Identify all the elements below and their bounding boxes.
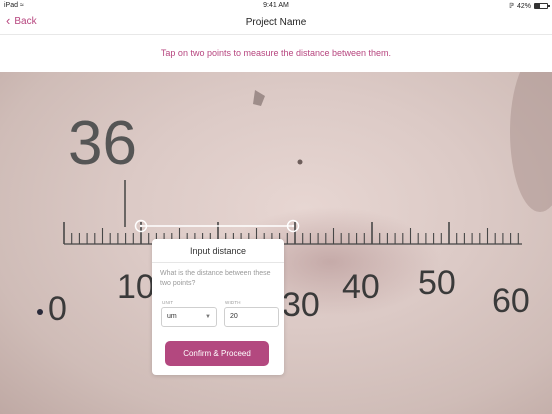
scale-label-36: 36 [68,109,137,178]
ruler-number: 40 [342,268,380,306]
debris-dot [37,309,43,315]
battery-icon [534,3,550,9]
input-distance-dialog: Input distance What is the distance betw… [152,239,284,375]
dialog-question: What is the distance between these two p… [160,270,271,287]
dialog-title: Input distance [152,239,284,263]
debris-dot [297,159,303,165]
confirm-proceed-button[interactable]: Confirm & Proceed [165,341,269,366]
page-title: Project Name [245,17,307,28]
battery-percent: 42% [516,2,531,10]
debris [253,90,265,106]
instruction-text: Tap on two points to measure the distanc… [0,34,552,72]
chevron-down-icon: ▼ [205,314,211,320]
width-value: 20 [230,313,238,320]
unit-select[interactable]: um ▼ [161,307,217,327]
unit-label: UNIT [162,300,174,305]
status-time: 9:41 AM [263,2,289,9]
status-bar: iPad ≈ 9:41 AM ℙ 42% [0,0,552,12]
bluetooth-icon: ℙ [509,3,514,10]
ruler-number: 30 [282,286,320,324]
width-label: WIDTH [225,300,241,305]
nav-bar: ‹ Back Project Name [0,12,552,34]
ruler-number: 60 [492,282,530,320]
ruler-number: 0 [48,290,67,328]
ruler-number: 10 [117,268,155,306]
ruler-number: 50 [418,264,456,302]
width-input[interactable]: 20 [224,307,279,327]
edge-shadow [510,72,552,212]
measure-point-start-center [139,224,143,228]
unit-value: um [167,313,177,320]
measure-point-end-center [291,224,295,228]
status-right: ℙ 42% [509,2,550,10]
